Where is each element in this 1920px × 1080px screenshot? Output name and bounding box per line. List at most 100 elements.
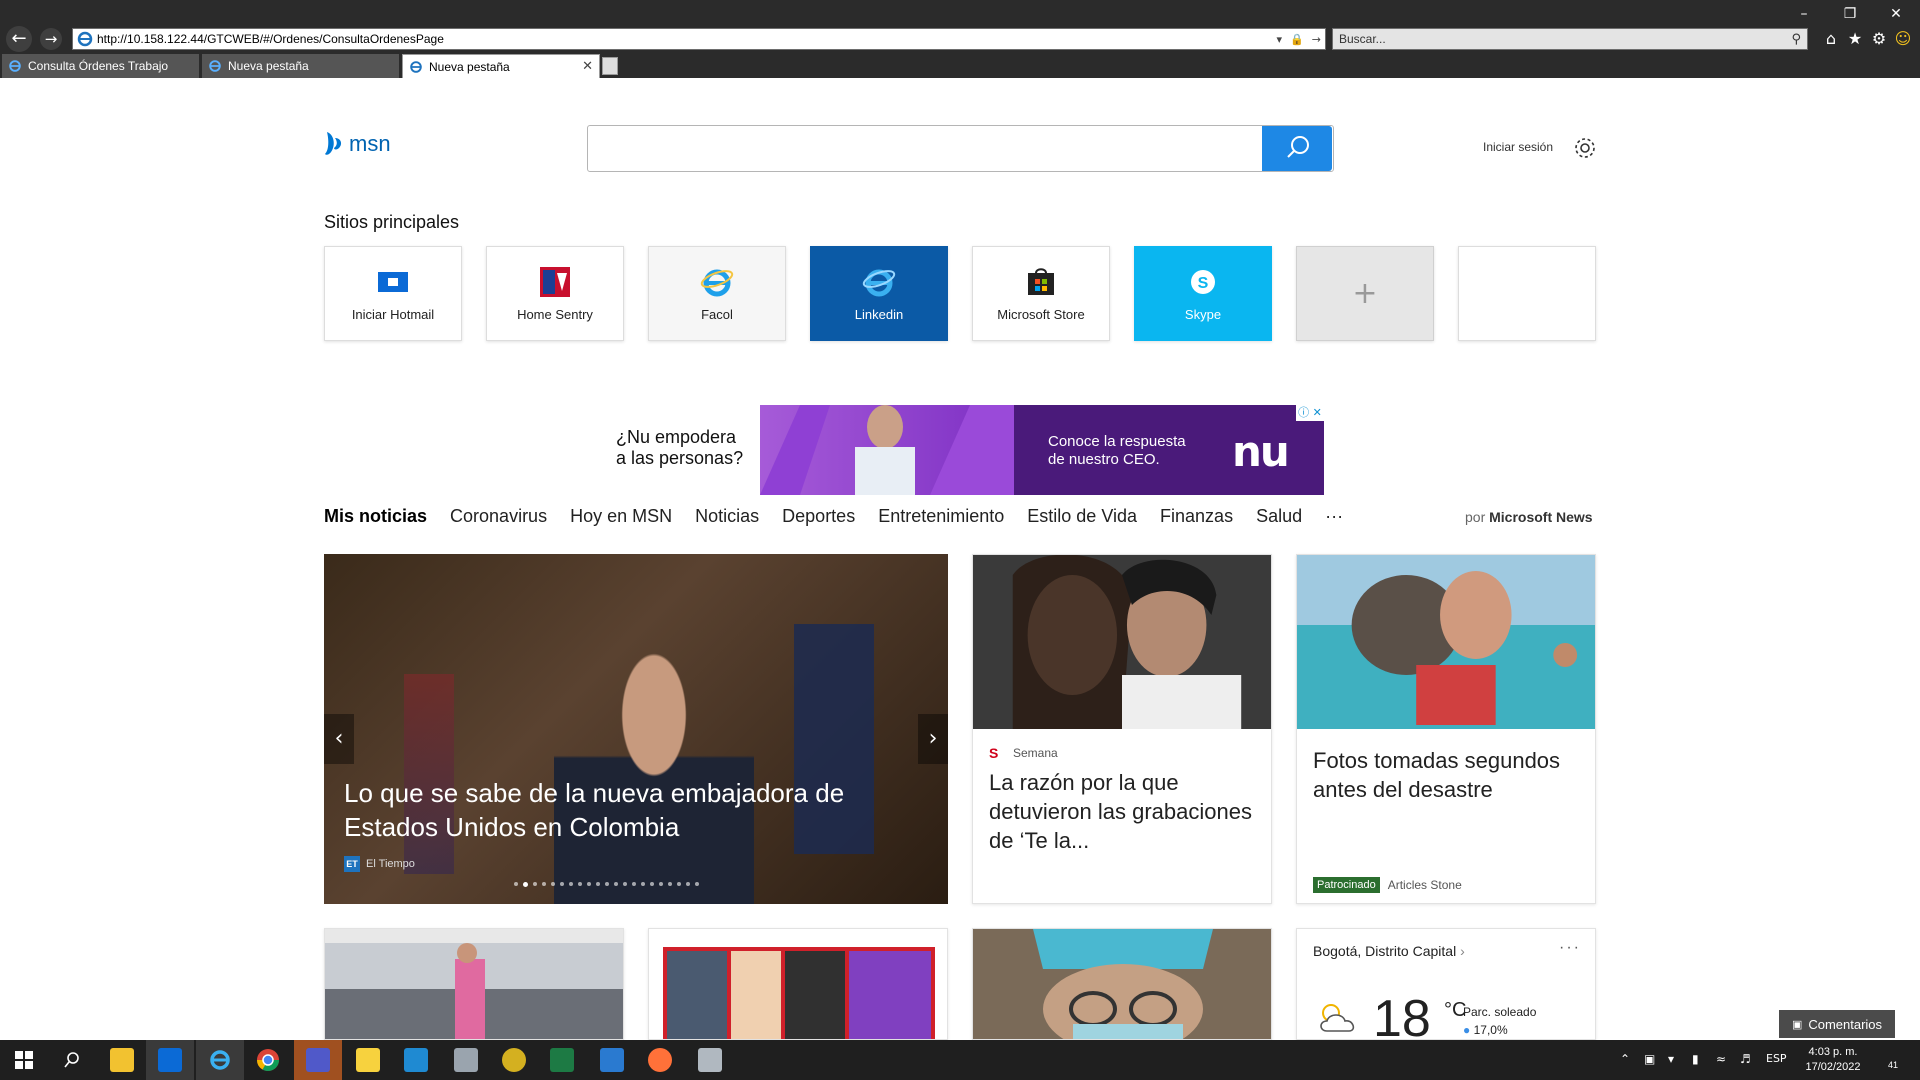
weather-more-button[interactable]: ··· (1559, 939, 1581, 957)
internet-explorer-taskbar-icon[interactable] (196, 1040, 244, 1080)
hero-source-name: El Tiempo (366, 858, 415, 870)
tab-nueva-pestana-1[interactable]: Nueva pestaña (202, 54, 400, 78)
nav-salud[interactable]: Salud (1256, 506, 1302, 527)
close-window-icon[interactable]: ✕ (1882, 4, 1910, 24)
forward-button[interactable]: → (40, 28, 62, 50)
nav-entretenimiento[interactable]: Entretenimiento (878, 506, 1004, 527)
top-site-microsoft-store[interactable]: Microsoft Store (972, 246, 1110, 341)
news-card-semana[interactable]: S Semana La razón por la que detuvieron … (972, 554, 1272, 904)
msn-logo[interactable]: msn (323, 130, 391, 158)
minimize-icon[interactable]: – (1790, 4, 1818, 24)
volume-icon[interactable]: ♬ (1740, 1052, 1751, 1066)
notifications-icon[interactable]: 41 (1880, 1050, 1902, 1070)
nav-hoy-en-msn[interactable]: Hoy en MSN (570, 506, 672, 527)
news-card-image (973, 929, 1271, 1039)
app-taskbar-icon[interactable] (588, 1040, 636, 1080)
ad-brand-logo: nu (1232, 427, 1290, 476)
search-taskbar-button[interactable] (48, 1040, 96, 1080)
top-sites-title: Sitios principales (324, 212, 460, 232)
tile-label: Microsoft Store (997, 307, 1085, 322)
smiley-icon[interactable]: ☺ (1894, 30, 1912, 48)
search-icon (1287, 136, 1309, 158)
clock-time: 4:03 p. m. (1808, 1046, 1858, 1058)
lock-icon[interactable]: 🔒 (1286, 33, 1308, 46)
excel-taskbar-icon[interactable] (538, 1040, 586, 1080)
empty-top-site[interactable] (1458, 246, 1596, 341)
skype-icon: S (1186, 265, 1220, 299)
chevron-up-icon[interactable]: ⌃ (1620, 1052, 1630, 1066)
app-taskbar-icon[interactable] (490, 1040, 538, 1080)
firefox-taskbar-icon[interactable] (636, 1040, 684, 1080)
sticky-notes-taskbar-icon[interactable] (344, 1040, 392, 1080)
add-top-site-button[interactable]: + (1296, 246, 1434, 341)
msn-search-button[interactable] (1262, 126, 1332, 171)
weather-location[interactable]: Bogotá, Distrito Capital › (1313, 943, 1465, 959)
top-site-facol[interactable]: Facol (648, 246, 786, 341)
network-device-icon[interactable]: ▣ (1644, 1052, 1655, 1066)
app-taskbar-icon[interactable] (442, 1040, 490, 1080)
ie-icon (410, 60, 422, 73)
file-explorer-icon[interactable] (98, 1040, 146, 1080)
powered-by[interactable]: por Microsoft News (1465, 509, 1593, 525)
nav-noticias[interactable]: Noticias (695, 506, 759, 527)
restore-icon[interactable]: ❐ (1836, 4, 1864, 24)
news-card[interactable] (972, 928, 1272, 1040)
card-title[interactable]: Fotos tomadas segundos antes del desastr… (1313, 746, 1579, 804)
top-site-linkedin[interactable]: Linkedin (810, 246, 948, 341)
new-tab-button[interactable] (602, 57, 618, 75)
nav-mis-noticias[interactable]: Mis noticias (324, 506, 427, 527)
start-button[interactable] (0, 1040, 48, 1080)
news-card[interactable] (648, 928, 948, 1040)
nav-coronavirus[interactable]: Coronavirus (450, 506, 547, 527)
tab-nueva-pestana-2[interactable]: Nueva pestaña ✕ (402, 54, 600, 78)
tab-label: Nueva pestaña (429, 59, 510, 74)
signin-link[interactable]: Iniciar sesión (1483, 140, 1553, 154)
nav-deportes[interactable]: Deportes (782, 506, 855, 527)
top-site-skype[interactable]: S Skype (1134, 246, 1272, 341)
powered-by-prefix: por (1465, 509, 1486, 525)
wifi-icon[interactable]: ≈ (1716, 1052, 1726, 1066)
back-button[interactable]: ← (6, 26, 32, 52)
top-site-home-sentry[interactable]: Home Sentry (486, 246, 624, 341)
hero-news-card[interactable]: ‹ › Lo que se sabe de la nueva embajador… (324, 554, 948, 904)
tab-consulta-ordenes[interactable]: Consulta Órdenes Trabajo (2, 54, 200, 78)
nav-more[interactable]: ··· (1325, 506, 1343, 527)
settings-gear-icon[interactable]: ⚙ (1870, 30, 1888, 48)
ie-icon (9, 60, 21, 72)
carousel-prev-icon[interactable]: ‹ (324, 714, 354, 764)
ad-choices-icon[interactable]: ⓘ ✕ (1296, 405, 1324, 421)
feedback-button[interactable]: ▣ Comentarios (1779, 1010, 1895, 1038)
hero-headline[interactable]: Lo que se sabe de la nueva embajadora de… (344, 776, 904, 844)
carousel-dots[interactable] (514, 882, 699, 887)
go-icon[interactable]: → (1308, 33, 1325, 46)
carousel-next-icon[interactable]: › (918, 714, 948, 764)
clock[interactable]: 4:03 p. m. 17/02/2022 (1800, 1045, 1866, 1075)
app-taskbar-icon[interactable] (686, 1040, 734, 1080)
top-site-hotmail[interactable]: Iniciar Hotmail (324, 246, 462, 341)
outlook-taskbar-icon[interactable] (146, 1040, 194, 1080)
msn-search-input[interactable] (587, 125, 1334, 172)
search-placeholder[interactable]: Buscar... (1339, 32, 1785, 46)
card-title[interactable]: La razón por la que detuvieron las graba… (989, 768, 1255, 855)
search-icon[interactable]: ⚲ (1785, 32, 1807, 47)
home-icon[interactable]: ⌂ (1822, 30, 1840, 48)
address-bar[interactable]: http://10.158.122.44/GTCWEB/#/Ordenes/Co… (72, 28, 1326, 50)
dropdown-icon[interactable]: ▾ (1273, 33, 1287, 46)
nav-finanzas[interactable]: Finanzas (1160, 506, 1233, 527)
browser-search-box[interactable]: Buscar... ⚲ (1332, 28, 1808, 50)
vscode-taskbar-icon[interactable] (392, 1040, 440, 1080)
microphone-icon[interactable]: ▾ (1668, 1052, 1674, 1066)
url-text[interactable]: http://10.158.122.44/GTCWEB/#/Ordenes/Co… (97, 32, 1273, 46)
favorites-icon[interactable]: ★ (1846, 30, 1864, 48)
battery-icon[interactable]: ▮ (1692, 1052, 1699, 1066)
advertisement-banner[interactable]: ¿Nu empodera a las personas? Conoce la r… (596, 405, 1324, 495)
nav-estilo-de-vida[interactable]: Estilo de Vida (1027, 506, 1137, 527)
teams-taskbar-icon[interactable] (294, 1040, 342, 1080)
news-card[interactable] (324, 928, 624, 1040)
news-card-sponsored[interactable]: Fotos tomadas segundos antes del desastr… (1296, 554, 1596, 904)
weather-card[interactable]: Bogotá, Distrito Capital › ··· 18 °C Par… (1296, 928, 1596, 1040)
language-indicator[interactable]: ESP (1766, 1052, 1787, 1065)
chrome-taskbar-icon[interactable] (244, 1040, 292, 1080)
close-tab-icon[interactable]: ✕ (582, 59, 593, 74)
settings-icon[interactable] (1573, 136, 1597, 160)
